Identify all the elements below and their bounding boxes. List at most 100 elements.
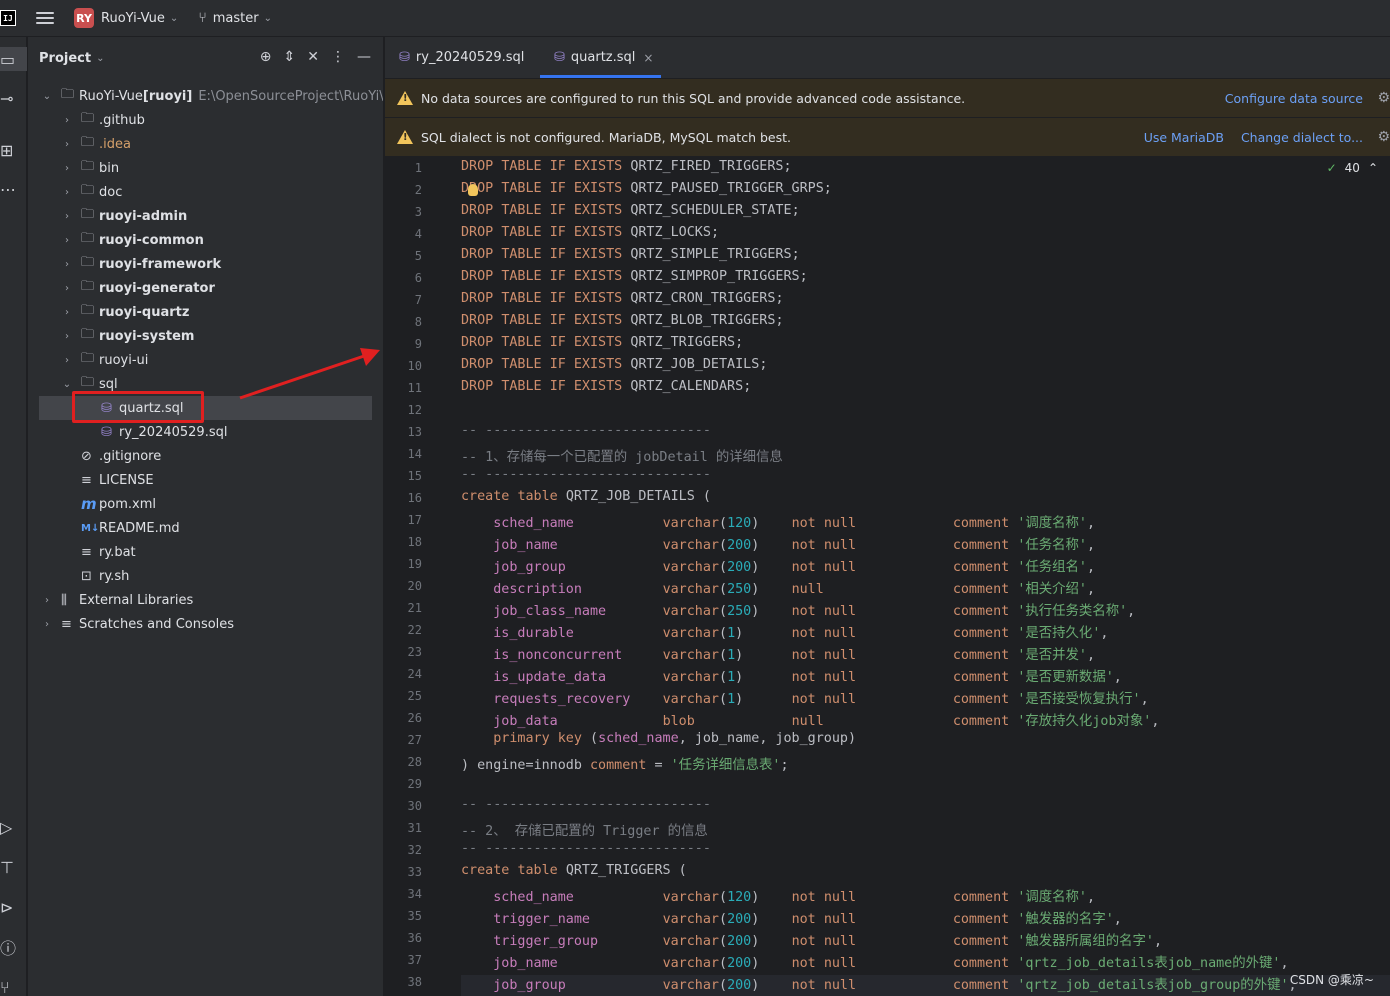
project-view-selector[interactable]: Project (39, 51, 91, 66)
code-line[interactable]: -- ---------------------------- (461, 841, 711, 856)
code-line[interactable]: DROP TABLE IF EXISTS QRTZ_CRON_TRIGGERS; (461, 291, 784, 306)
chevron-right-icon[interactable]: › (62, 211, 72, 222)
tree-item[interactable]: › ≡ Scratches and Consoles (28, 612, 383, 636)
run-icon[interactable]: ▷ (0, 815, 27, 839)
code-line[interactable]: DROP TABLE IF EXISTS QRTZ_TRIGGERS; (461, 335, 743, 350)
code-line[interactable]: DROP TABLE IF EXISTS QRTZ_FIRED_TRIGGERS… (461, 159, 792, 174)
commit-icon[interactable]: ⊸ (0, 86, 27, 110)
code-line[interactable]: primary key (sched_name, job_name, job_g… (461, 731, 856, 746)
chevron-right-icon[interactable]: › (62, 235, 72, 246)
tab-quartz-sql[interactable]: ⛁ quartz.sql × (540, 37, 661, 78)
code-line[interactable]: -- ---------------------------- (461, 467, 711, 482)
code-line[interactable]: -- 2、 存储已配置的 Trigger 的信息 (461, 819, 708, 839)
tree-item[interactable]: › 🗀 .github (28, 108, 383, 132)
tree-item[interactable]: › 🗀 ruoyi-admin (28, 204, 383, 228)
chevron-down-icon[interactable]: ⌄ (62, 379, 72, 390)
tree-item[interactable]: › 🗀 bin (28, 156, 383, 180)
code-line[interactable]: job_group varchar(200) not null comment … (461, 973, 1296, 993)
locate-target-icon[interactable]: ⊕ (260, 49, 272, 65)
build-hammer-icon[interactable]: ⊤ (0, 855, 27, 879)
code-line[interactable]: DROP TABLE IF EXISTS QRTZ_SIMPLE_TRIGGER… (461, 247, 800, 262)
code-line[interactable]: job_group varchar(200) not null comment … (461, 555, 1095, 575)
code-line[interactable]: DROP TABLE IF EXISTS QRTZ_BLOB_TRIGGERS; (461, 313, 784, 328)
code-line[interactable]: trigger_group varchar(200) not null comm… (461, 929, 1162, 949)
chevron-right-icon[interactable]: › (62, 115, 72, 126)
inspection-widget[interactable]: ✓ 40 ⌃ (1327, 161, 1378, 175)
tree-item[interactable]: ⌄ 🗀 RuoYi-Vue[ruoyi] E:\OpenSourceProject\R… (28, 84, 383, 108)
gear-icon[interactable]: ⚙ (1377, 90, 1390, 106)
code-line[interactable]: DROP TABLE IF EXISTS QRTZ_SIMPROP_TRIGGE… (461, 269, 808, 284)
code-line[interactable]: job_class_name varchar(250) not null com… (461, 599, 1135, 619)
terminal-icon[interactable]: ⊳ (0, 895, 27, 919)
tree-item[interactable]: ⛁ ry_20240529.sql (28, 420, 383, 444)
code-line[interactable]: -- ---------------------------- (461, 797, 711, 812)
tab-ry-20240529-sql[interactable]: ⛁ ry_20240529.sql (385, 37, 540, 78)
code-line[interactable]: job_name varchar(200) not null comment '… (461, 533, 1095, 553)
chevron-right-icon[interactable]: › (62, 283, 72, 294)
intention-bulb-icon[interactable] (468, 184, 478, 196)
code-line[interactable]: ) engine=innodb comment = '任务详细信息表'; (461, 753, 789, 773)
chevron-right-icon[interactable]: › (62, 139, 72, 150)
chevron-up-icon[interactable]: ⌃ (1368, 161, 1378, 175)
chevron-right-icon[interactable]: › (42, 595, 52, 606)
branch-switcher[interactable]: master (213, 11, 259, 26)
code-line[interactable]: sched_name varchar(120) not null comment… (461, 511, 1095, 531)
code-line[interactable]: DROP TABLE IF EXISTS QRTZ_PAUSED_TRIGGER… (461, 181, 832, 196)
more-tools-icon[interactable]: ⋯ (0, 177, 27, 201)
code-line[interactable]: create table QRTZ_JOB_DETAILS ( (461, 489, 711, 504)
chevron-right-icon[interactable]: › (62, 163, 72, 174)
tree-item[interactable]: › 🗀 ruoyi-framework (28, 252, 383, 276)
code-line[interactable]: create table QRTZ_TRIGGERS ( (461, 863, 687, 878)
code-line[interactable]: description varchar(250) null comment '相… (461, 577, 1095, 597)
code-line[interactable]: -- 1、存储每一个已配置的 jobDetail 的详细信息 (461, 445, 783, 465)
code-line[interactable]: DROP TABLE IF EXISTS QRTZ_SCHEDULER_STAT… (461, 203, 800, 218)
code-line[interactable]: is_update_data varchar(1) not null comme… (461, 665, 1122, 685)
chevron-right-icon[interactable]: › (62, 355, 72, 366)
problems-icon[interactable]: ⓘ (0, 935, 27, 959)
code-line[interactable]: is_durable varchar(1) not null comment '… (461, 621, 1108, 641)
code-line[interactable]: job_data blob null comment '存放持久化job对象', (461, 709, 1159, 729)
chevron-down-icon[interactable]: ⌄ (170, 13, 178, 24)
code-editor[interactable]: 1 2 3 4 5 6 7 8 9 10 11 12 13 14 15 16 17 18 19 20 21 22 23 24 2… (385, 157, 1390, 996)
chevron-down-icon[interactable]: ⌄ (42, 91, 52, 102)
tree-item[interactable]: ⊘ .gitignore (28, 444, 383, 468)
structure-icon[interactable]: ⊞ (0, 138, 27, 162)
tree-item[interactable]: › 🗀 ruoyi-common (28, 228, 383, 252)
tree-item[interactable]: › ⫼ External Libraries (28, 588, 383, 612)
configure-data-source-link[interactable]: Configure data source (1225, 91, 1363, 106)
tree-item[interactable]: ≡ LICENSE (28, 468, 383, 492)
chevron-right-icon[interactable]: › (62, 331, 72, 342)
project-folder-icon[interactable]: ▭ (0, 47, 27, 71)
options-kebab-icon[interactable]: ⋮ (331, 49, 345, 65)
tree-item[interactable]: › 🗀 doc (28, 180, 383, 204)
code-line[interactable]: DROP TABLE IF EXISTS QRTZ_LOCKS; (461, 225, 719, 240)
chevron-right-icon[interactable]: › (62, 187, 72, 198)
project-badge[interactable]: RY (74, 8, 94, 28)
tree-item[interactable]: ≡ ry.bat (28, 540, 383, 564)
git-icon[interactable]: ⑂ (0, 975, 27, 996)
code-line[interactable]: is_nonconcurrent varchar(1) not null com… (461, 643, 1095, 663)
code-line[interactable]: trigger_name varchar(200) not null comme… (461, 907, 1122, 927)
tree-item[interactable]: m pom.xml (28, 492, 383, 516)
chevron-down-icon[interactable]: ⌄ (96, 53, 104, 64)
code-line[interactable]: DROP TABLE IF EXISTS QRTZ_CALENDARS; (461, 379, 751, 394)
expand-all-icon[interactable]: ⇕ (284, 49, 296, 65)
tree-item[interactable]: ⊡ ry.sh (28, 564, 383, 588)
main-menu-icon[interactable] (36, 12, 54, 24)
code-line[interactable]: job_name varchar(200) not null comment '… (461, 951, 1288, 971)
code-line[interactable]: -- ---------------------------- (461, 423, 711, 438)
code-line[interactable]: requests_recovery varchar(1) not null co… (461, 687, 1148, 707)
chevron-down-icon[interactable]: ⌄ (264, 13, 272, 24)
chevron-right-icon[interactable]: › (42, 619, 52, 630)
tree-item[interactable]: › 🗀 .idea (28, 132, 383, 156)
chevron-right-icon[interactable]: › (62, 259, 72, 270)
use-mariadb-link[interactable]: Use MariaDB (1144, 130, 1224, 145)
git-branch-icon[interactable]: ⑂ (198, 10, 206, 26)
hide-panel-icon[interactable]: — (357, 49, 371, 65)
change-dialect-link[interactable]: Change dialect to... (1241, 130, 1363, 145)
tree-item[interactable]: › 🗀 ruoyi-generator (28, 276, 383, 300)
chevron-right-icon[interactable]: › (62, 307, 72, 318)
tree-item[interactable]: M↓ README.md (28, 516, 383, 540)
gear-icon[interactable]: ⚙ (1377, 129, 1390, 145)
tree-item[interactable]: › 🗀 ruoyi-quartz (28, 300, 383, 324)
